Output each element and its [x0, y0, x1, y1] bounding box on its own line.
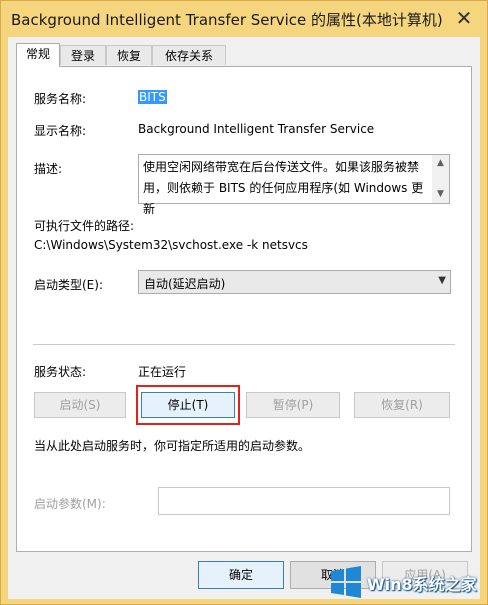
title-bar[interactable]: Background Intelligent Transfer Service …: [1, 1, 487, 37]
tab-recovery[interactable]: 恢复: [106, 45, 152, 65]
tab-logon[interactable]: 登录: [60, 45, 106, 65]
resume-button[interactable]: 恢复(R): [354, 392, 450, 418]
chevron-down-icon: ▼: [438, 275, 446, 286]
service-status-label: 服务状态:: [34, 365, 87, 379]
display-name-label: 显示名称:: [34, 124, 87, 138]
close-button[interactable]: ✕: [453, 7, 475, 29]
startup-type-value: 自动(延迟启动): [144, 277, 226, 291]
highlight-box: [136, 385, 240, 425]
start-params-hint: 当从此处启动服务时，你可指定所适用的启动参数。: [34, 439, 311, 453]
dialog-client-area: 常规 登录 恢复 依存关系 服务名称: BITS 显示名称: Backgroun…: [8, 37, 480, 599]
tab-general[interactable]: 常规: [16, 43, 60, 67]
window-title: Background Intelligent Transfer Service …: [11, 11, 443, 29]
description-textbox[interactable]: 使用空闲网络带宽在后台传送文件。如果该服务被禁用，则依赖于 BITS 的任何应用…: [138, 154, 450, 216]
description-text: 使用空闲网络带宽在后台传送文件。如果该服务被禁用，则依赖于 BITS 的任何应用…: [143, 160, 424, 216]
general-tab-panel: 服务名称: BITS 显示名称: Background Intelligent …: [16, 66, 472, 552]
service-status-value: 正在运行: [138, 365, 187, 379]
start-button[interactable]: 启动(S): [34, 392, 126, 418]
properties-window: Background Intelligent Transfer Service …: [0, 0, 488, 605]
scroll-up-icon[interactable]: ▲: [432, 155, 449, 172]
description-scrollbar[interactable]: ▲ ▼: [432, 155, 449, 203]
watermark: Win8系统之家: [325, 559, 487, 605]
watermark-text: Win8系统之家: [367, 575, 477, 594]
service-name-value[interactable]: BITS: [138, 90, 167, 104]
section-divider: [33, 344, 455, 345]
startup-type-label: 启动类型(E):: [34, 278, 103, 292]
display-name-value[interactable]: Background Intelligent Transfer Service: [138, 122, 374, 136]
tab-dependencies[interactable]: 依存关系: [152, 45, 226, 65]
startup-type-select[interactable]: 自动(延迟启动) ▼: [138, 270, 451, 294]
start-params-input[interactable]: [158, 487, 450, 515]
pause-button[interactable]: 暂停(P): [246, 392, 340, 418]
description-label: 描述:: [34, 162, 63, 176]
service-name-label: 服务名称:: [34, 92, 87, 106]
close-icon: ✕: [455, 6, 473, 30]
start-params-label: 启动参数(M):: [34, 497, 106, 511]
windows-logo-icon: [331, 566, 361, 598]
service-name-selected-text: BITS: [138, 90, 167, 104]
scroll-down-icon[interactable]: ▼: [432, 186, 449, 203]
exec-path-label: 可执行文件的路径:: [34, 219, 135, 233]
exec-path-value[interactable]: C:\Windows\System32\svchost.exe -k netsv…: [34, 238, 308, 252]
ok-button[interactable]: 确定: [198, 561, 284, 589]
